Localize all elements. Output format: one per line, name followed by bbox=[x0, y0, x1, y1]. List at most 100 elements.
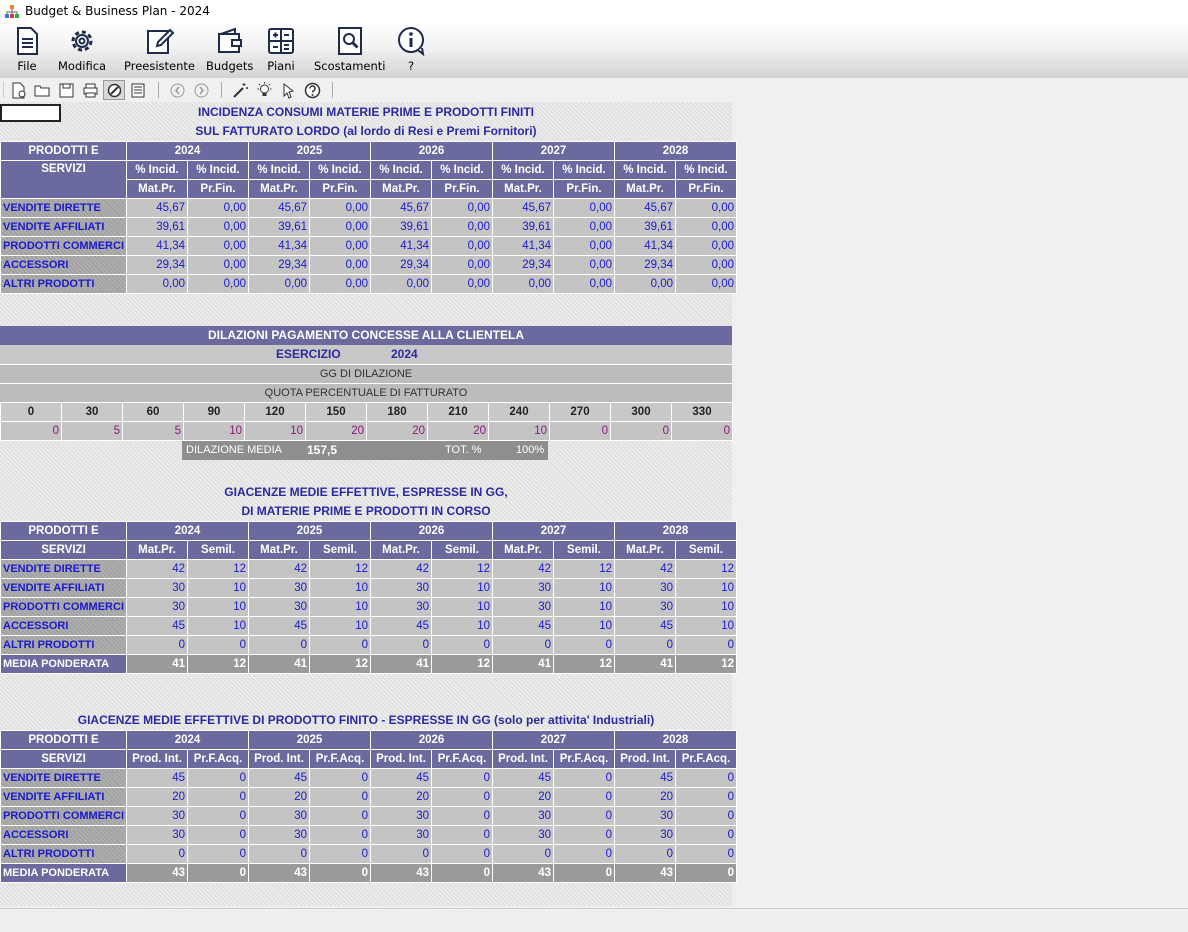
value-cell[interactable]: 30 bbox=[370, 578, 432, 598]
back-button[interactable] bbox=[166, 80, 188, 100]
value-cell[interactable]: 0,00 bbox=[675, 274, 737, 294]
value-cell[interactable]: 0 bbox=[431, 825, 493, 845]
value-cell[interactable]: 0,00 bbox=[553, 198, 615, 218]
value-cell[interactable]: 42 bbox=[370, 559, 432, 579]
value-cell[interactable]: 29,34 bbox=[370, 255, 432, 275]
help-small-button[interactable] bbox=[301, 80, 323, 100]
value-cell[interactable]: 0 bbox=[309, 806, 371, 826]
value-cell[interactable]: 41,34 bbox=[370, 236, 432, 256]
value-cell[interactable]: 0,00 bbox=[431, 217, 493, 237]
value-cell[interactable]: 0 bbox=[675, 825, 737, 845]
value-cell[interactable]: 42 bbox=[248, 559, 310, 579]
value-cell[interactable]: 10 bbox=[309, 616, 371, 636]
value-cell[interactable]: 42 bbox=[492, 559, 554, 579]
value-cell[interactable]: 0 bbox=[187, 844, 249, 864]
piani-button[interactable]: Piani bbox=[266, 26, 296, 76]
value-cell[interactable]: 10 bbox=[309, 578, 371, 598]
value-cell[interactable]: 0 bbox=[309, 635, 371, 655]
value-cell[interactable]: 0 bbox=[187, 768, 249, 788]
value-cell[interactable]: 0 bbox=[187, 787, 249, 807]
value-cell[interactable]: 0,00 bbox=[431, 255, 493, 275]
value-cell[interactable]: 10 bbox=[431, 616, 493, 636]
value-cell[interactable]: 45 bbox=[248, 768, 310, 788]
value-cell[interactable]: 0,00 bbox=[675, 236, 737, 256]
value-cell[interactable]: 0,00 bbox=[187, 236, 249, 256]
wizard-button[interactable] bbox=[229, 80, 251, 100]
value-cell[interactable]: 39,61 bbox=[248, 217, 310, 237]
tools-button[interactable] bbox=[103, 80, 125, 100]
value-cell[interactable]: 0,00 bbox=[492, 274, 554, 294]
value-cell[interactable]: 0,00 bbox=[187, 198, 249, 218]
value-cell[interactable]: 0,00 bbox=[431, 274, 493, 294]
percent-cell[interactable]: 20 bbox=[366, 421, 428, 441]
value-cell[interactable]: 0 bbox=[675, 635, 737, 655]
value-cell[interactable]: 45,67 bbox=[248, 198, 310, 218]
value-cell[interactable]: 30 bbox=[126, 825, 188, 845]
value-cell[interactable]: 0,00 bbox=[370, 274, 432, 294]
value-cell[interactable]: 0 bbox=[309, 787, 371, 807]
value-cell[interactable]: 45,67 bbox=[370, 198, 432, 218]
value-cell[interactable]: 30 bbox=[492, 806, 554, 826]
value-cell[interactable]: 0 bbox=[431, 844, 493, 864]
value-cell[interactable]: 30 bbox=[614, 597, 676, 617]
value-cell[interactable]: 0,00 bbox=[553, 274, 615, 294]
value-cell[interactable]: 0,00 bbox=[675, 217, 737, 237]
value-cell[interactable]: 0 bbox=[675, 768, 737, 788]
value-cell[interactable]: 10 bbox=[187, 578, 249, 598]
value-cell[interactable]: 20 bbox=[492, 787, 554, 807]
preesistente-button[interactable]: Preesistente bbox=[124, 26, 195, 76]
value-cell[interactable]: 0 bbox=[126, 844, 188, 864]
value-cell[interactable]: 0 bbox=[675, 787, 737, 807]
value-cell[interactable]: 45 bbox=[126, 616, 188, 636]
percent-cell[interactable]: 20 bbox=[305, 421, 367, 441]
value-cell[interactable]: 0 bbox=[431, 806, 493, 826]
value-cell[interactable]: 30 bbox=[248, 597, 310, 617]
value-cell[interactable]: 0,00 bbox=[675, 255, 737, 275]
percent-cell[interactable]: 10 bbox=[244, 421, 306, 441]
value-cell[interactable]: 0 bbox=[309, 825, 371, 845]
value-cell[interactable]: 0,00 bbox=[309, 255, 371, 275]
percent-cell[interactable]: 0 bbox=[0, 421, 62, 441]
value-cell[interactable]: 10 bbox=[187, 616, 249, 636]
value-cell[interactable]: 41,34 bbox=[492, 236, 554, 256]
value-cell[interactable]: 29,34 bbox=[248, 255, 310, 275]
value-cell[interactable]: 0,00 bbox=[187, 274, 249, 294]
value-cell[interactable]: 0,00 bbox=[309, 274, 371, 294]
value-cell[interactable]: 0,00 bbox=[309, 217, 371, 237]
save-button[interactable] bbox=[55, 80, 77, 100]
value-cell[interactable]: 30 bbox=[614, 578, 676, 598]
value-cell[interactable]: 12 bbox=[553, 559, 615, 579]
modifica-button[interactable]: Modifica bbox=[58, 26, 106, 76]
scostamenti-button[interactable]: Scostamenti bbox=[314, 26, 385, 76]
value-cell[interactable]: 45 bbox=[614, 768, 676, 788]
value-cell[interactable]: 0,00 bbox=[553, 217, 615, 237]
value-cell[interactable]: 30 bbox=[492, 578, 554, 598]
value-cell[interactable]: 20 bbox=[370, 787, 432, 807]
value-cell[interactable]: 0 bbox=[553, 806, 615, 826]
value-cell[interactable]: 0 bbox=[675, 806, 737, 826]
percent-cell[interactable]: 5 bbox=[61, 421, 123, 441]
value-cell[interactable]: 10 bbox=[431, 578, 493, 598]
value-cell[interactable]: 12 bbox=[309, 559, 371, 579]
value-cell[interactable]: 0 bbox=[553, 825, 615, 845]
value-cell[interactable]: 45 bbox=[492, 768, 554, 788]
open-button[interactable] bbox=[31, 80, 53, 100]
percent-cell[interactable]: 10 bbox=[183, 421, 245, 441]
value-cell[interactable]: 0,00 bbox=[431, 236, 493, 256]
value-cell[interactable]: 30 bbox=[370, 825, 432, 845]
value-cell[interactable]: 0 bbox=[309, 844, 371, 864]
value-cell[interactable]: 0 bbox=[492, 635, 554, 655]
value-cell[interactable]: 0 bbox=[370, 844, 432, 864]
value-cell[interactable]: 39,61 bbox=[614, 217, 676, 237]
value-cell[interactable]: 10 bbox=[675, 578, 737, 598]
value-cell[interactable]: 30 bbox=[614, 825, 676, 845]
value-cell[interactable]: 45 bbox=[370, 768, 432, 788]
percent-cell[interactable]: 20 bbox=[427, 421, 489, 441]
value-cell[interactable]: 0,00 bbox=[553, 255, 615, 275]
new-file-button[interactable] bbox=[7, 80, 29, 100]
percent-cell[interactable]: 0 bbox=[549, 421, 611, 441]
value-cell[interactable]: 30 bbox=[126, 578, 188, 598]
value-cell[interactable]: 30 bbox=[248, 806, 310, 826]
value-cell[interactable]: 30 bbox=[492, 825, 554, 845]
value-cell[interactable]: 0 bbox=[431, 768, 493, 788]
